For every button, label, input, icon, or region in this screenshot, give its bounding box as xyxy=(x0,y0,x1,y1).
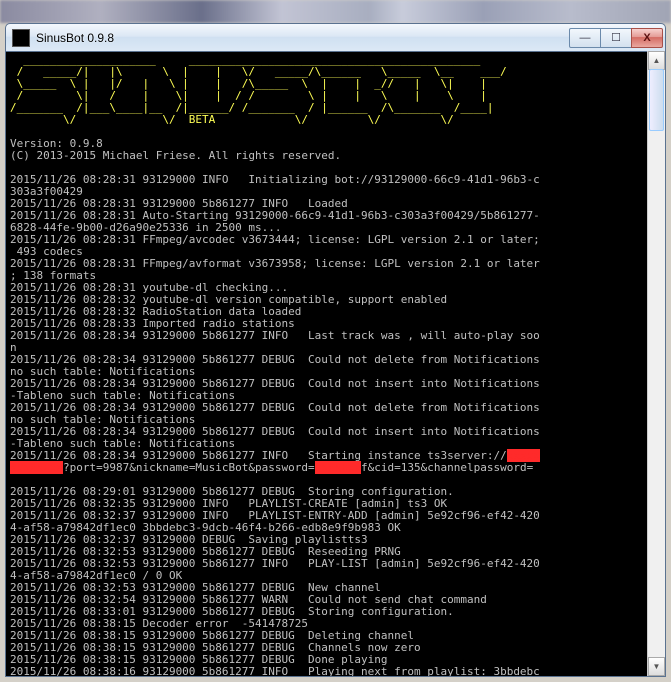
close-icon: X xyxy=(643,33,650,44)
close-button[interactable]: X xyxy=(631,28,663,48)
log-line: 2015/11/26 08:38:16 93129000 5b861277 IN… xyxy=(10,665,540,676)
minimize-icon: — xyxy=(580,33,591,44)
window-title: SinusBot 0.9.8 xyxy=(36,31,570,45)
console-frame: ____________________ ___________________… xyxy=(5,51,666,677)
app-icon xyxy=(12,29,30,47)
chevron-up-icon: ▲ xyxy=(653,56,661,65)
scroll-thumb[interactable] xyxy=(649,69,664,131)
maximize-button[interactable]: ☐ xyxy=(600,28,632,48)
redacted-host2: xxxxxxxx xyxy=(10,461,63,474)
console-output[interactable]: ____________________ ___________________… xyxy=(6,52,665,676)
window-controls: — ☐ X xyxy=(570,28,663,48)
background-tabstrip xyxy=(0,0,671,23)
log-line: xxxxxxxx?port=9987&nickname=MusicBot&pas… xyxy=(10,461,533,474)
scroll-down-button[interactable]: ▼ xyxy=(648,657,665,676)
ascii-logo: ____________________ ___________________… xyxy=(10,53,507,126)
window-titlebar: SinusBot 0.9.8 — ☐ X xyxy=(5,23,666,52)
log-line: 2015/11/26 08:28:31 93129000 INFO Initia… xyxy=(10,173,540,186)
vertical-scrollbar[interactable]: ▲ ▼ xyxy=(647,51,665,676)
scroll-up-button[interactable]: ▲ xyxy=(648,51,665,70)
log-line: 2015/11/26 08:28:34 93129000 5b861277 IN… xyxy=(10,329,540,342)
minimize-button[interactable]: — xyxy=(569,28,601,48)
maximize-icon: ☐ xyxy=(611,33,621,44)
chevron-down-icon: ▼ xyxy=(653,662,661,671)
copyright-line: (C) 2013-2015 Michael Friese. All rights… xyxy=(10,149,341,162)
redacted-pass: xxxxxxx xyxy=(315,461,361,474)
log-line: 2015/11/26 08:28:31 FFmpeg/avcodec v3673… xyxy=(10,233,540,246)
